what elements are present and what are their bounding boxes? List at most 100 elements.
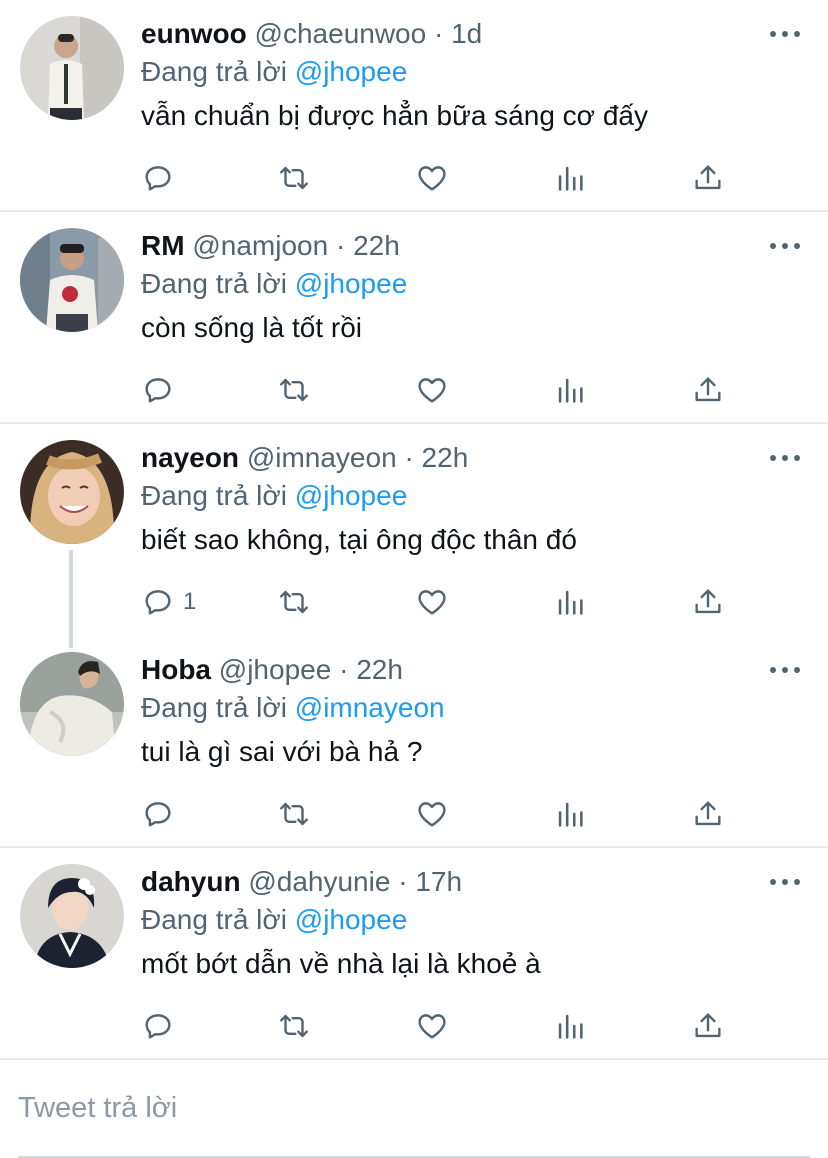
reply-composer [0, 1060, 828, 1158]
tweet-text: biết sao không, tại ông độc thân đó [141, 524, 577, 555]
reply-thread: eunwoo @chaeunwoo · 1d Đang trả lời @jho… [0, 0, 828, 1060]
tweet-dahyun[interactable]: dahyun @dahyunie · 17h Đang trả lời @jho… [0, 848, 828, 1060]
separator-dot: · [398, 866, 408, 897]
replying-to-label: Đang trả lời [141, 56, 287, 87]
user-handle[interactable]: @imnayeon [247, 442, 397, 473]
more-icon[interactable] [770, 22, 800, 46]
user-handle[interactable]: @namjoon [192, 230, 328, 261]
tweet-nayeon[interactable]: nayeon @imnayeon · 22h Đang trả lời @jho… [0, 424, 828, 648]
heart-icon [418, 378, 446, 403]
retweet-button[interactable] [277, 1006, 311, 1046]
views-button[interactable] [553, 158, 587, 198]
tweet-text: vẫn chuẩn bị được hẳn bữa sáng cơ đấy [141, 100, 648, 131]
action-bar [141, 794, 741, 834]
avatar[interactable] [20, 440, 124, 544]
views-button[interactable] [553, 582, 587, 622]
retweet-icon [280, 378, 308, 402]
reply-icon [145, 166, 171, 191]
heart-icon [418, 802, 446, 827]
reply-button[interactable] [141, 794, 183, 834]
reply-button[interactable]: 1 [141, 582, 196, 622]
share-button[interactable] [691, 794, 725, 834]
views-button[interactable] [553, 1006, 587, 1046]
like-button[interactable] [415, 370, 449, 410]
retweet-button[interactable] [277, 582, 311, 622]
tweet-hoba[interactable]: Hoba @jhopee · 22h Đang trả lời @imnayeo… [0, 636, 828, 848]
avatar[interactable] [20, 864, 124, 968]
retweet-icon [280, 802, 308, 826]
retweet-icon [280, 1014, 308, 1038]
analytics-icon [558, 166, 583, 191]
timestamp[interactable]: 17h [415, 866, 462, 897]
action-bar [141, 158, 741, 198]
retweet-button[interactable] [277, 370, 311, 410]
share-icon [695, 589, 721, 614]
reply-button[interactable] [141, 370, 183, 410]
retweet-button[interactable] [277, 794, 311, 834]
user-handle[interactable]: @dahyunie [248, 866, 390, 897]
separator-dot: · [335, 230, 346, 261]
more-icon[interactable] [770, 234, 800, 258]
like-button[interactable] [415, 794, 449, 834]
more-icon[interactable] [770, 446, 800, 470]
tweet-rm[interactable]: RM @namjoon · 22h Đang trả lời @jhopee c… [0, 212, 828, 424]
timestamp[interactable]: 1d [451, 18, 482, 49]
share-icon [695, 377, 721, 402]
replying-to-mention[interactable]: @jhopee [295, 480, 408, 511]
share-icon [695, 165, 721, 190]
views-button[interactable] [553, 794, 587, 834]
replying-to-label: Đang trả lời [141, 480, 287, 511]
user-handle[interactable]: @jhopee [219, 654, 332, 685]
display-name[interactable]: Hoba [141, 654, 211, 685]
like-button[interactable] [415, 582, 449, 622]
analytics-icon [558, 378, 583, 403]
tweet-text: tui là gì sai với bà hả ? [141, 736, 423, 767]
avatar[interactable] [20, 16, 124, 120]
share-icon [695, 801, 721, 826]
user-handle[interactable]: @chaeunwoo [255, 18, 427, 49]
timestamp[interactable]: 22h [356, 654, 403, 685]
tweet-text: còn sống là tốt rồi [141, 312, 363, 343]
reply-count: 1 [183, 588, 197, 615]
more-icon[interactable] [770, 870, 800, 894]
display-name[interactable]: eunwoo [141, 18, 247, 49]
tweet-eunwoo[interactable]: eunwoo @chaeunwoo · 1d Đang trả lời @jho… [0, 0, 828, 212]
heart-icon [418, 166, 446, 191]
analytics-icon [558, 802, 583, 827]
display-name[interactable]: dahyun [141, 866, 241, 897]
reply-button[interactable] [141, 1006, 183, 1046]
timestamp[interactable]: 22h [422, 442, 469, 473]
replying-to-mention[interactable]: @jhopee [295, 56, 408, 87]
views-button[interactable] [553, 370, 587, 410]
share-button[interactable] [691, 158, 725, 198]
reply-icon [145, 802, 171, 827]
avatar[interactable] [20, 652, 124, 756]
replying-to-mention[interactable]: @imnayeon [295, 692, 445, 723]
retweet-icon [280, 590, 308, 614]
share-button[interactable] [691, 582, 725, 622]
replying-to-mention[interactable]: @jhopee [295, 268, 408, 299]
replying-to-label: Đang trả lời [141, 904, 287, 935]
share-button[interactable] [691, 1006, 725, 1046]
more-icon[interactable] [770, 658, 800, 682]
heart-icon [418, 590, 446, 615]
timestamp[interactable]: 22h [353, 230, 400, 261]
display-name[interactable]: nayeon [141, 442, 239, 473]
like-button[interactable] [415, 1006, 449, 1046]
replying-to-label: Đang trả lời [141, 268, 287, 299]
analytics-icon [558, 590, 583, 615]
reply-button[interactable] [141, 158, 183, 198]
avatar[interactable] [20, 228, 124, 332]
reply-icon [145, 1014, 171, 1039]
replying-to-mention[interactable]: @jhopee [295, 904, 408, 935]
like-button[interactable] [415, 158, 449, 198]
reply-input[interactable] [18, 1088, 798, 1128]
tweet-text: mốt bớt dẫn về nhà lại là khoẻ à [141, 948, 541, 979]
retweet-button[interactable] [277, 158, 311, 198]
share-icon [695, 1013, 721, 1038]
share-button[interactable] [691, 370, 725, 410]
thread-connector [69, 550, 73, 648]
display-name[interactable]: RM [141, 230, 185, 261]
analytics-icon [558, 1014, 583, 1039]
replying-to-label: Đang trả lời [141, 692, 287, 723]
